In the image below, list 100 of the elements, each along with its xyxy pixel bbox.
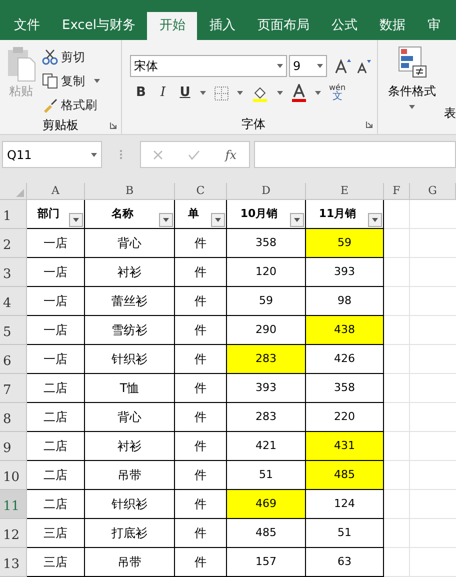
column-header[interactable]: A xyxy=(27,183,85,200)
shrink-font-icon[interactable] xyxy=(357,58,371,74)
underline-button[interactable]: U xyxy=(178,83,192,103)
row-header[interactable]: 2 xyxy=(0,229,27,258)
ribbon-tab[interactable]: Excel与财务 xyxy=(52,12,146,40)
format-painter-button[interactable]: 格式刷 xyxy=(42,94,100,116)
header-cell-text: 10月销 xyxy=(240,206,278,222)
table-cell: 背心 xyxy=(85,403,175,432)
table-format-button[interactable]: 表 xyxy=(444,104,456,122)
caret-icon xyxy=(94,79,100,83)
row-header[interactable]: 12 xyxy=(0,519,27,548)
column-header[interactable]: C xyxy=(175,183,227,200)
table-cell: 一店 xyxy=(27,287,85,316)
font-size-field[interactable]: 9 xyxy=(289,54,327,76)
row-header[interactable]: 8 xyxy=(0,403,27,432)
font-color-icon[interactable] xyxy=(291,84,307,102)
ribbon-tab[interactable]: 数据 xyxy=(369,12,416,40)
italic-button[interactable]: I xyxy=(156,83,170,103)
phonetic-button[interactable]: wén 文 xyxy=(329,84,346,102)
table-cell: 59 xyxy=(306,229,384,258)
table-cell: 393 xyxy=(306,258,384,287)
grow-font-icon[interactable] xyxy=(335,58,351,74)
column-header[interactable]: E xyxy=(306,183,384,200)
table-cell: 438 xyxy=(306,316,384,345)
table-cell: 63 xyxy=(306,548,384,577)
check-icon[interactable] xyxy=(188,150,200,160)
column-header[interactable]: G xyxy=(410,183,456,200)
column-header[interactable]: F xyxy=(384,183,410,200)
brush-icon xyxy=(42,97,58,113)
table-cell: 衬衫 xyxy=(85,432,175,461)
font-name-field[interactable]: 宋体 xyxy=(130,54,287,76)
ribbon-tab[interactable]: 公式 xyxy=(321,12,368,40)
table-cell: 485 xyxy=(227,519,306,548)
row-header[interactable]: 7 xyxy=(0,374,27,403)
row-header[interactable]: 6 xyxy=(0,345,27,374)
filter-button[interactable] xyxy=(211,213,225,227)
table-cell: 一店 xyxy=(27,229,85,258)
table-cell: 衬衫 xyxy=(85,258,175,287)
caret-icon[interactable] xyxy=(200,91,206,95)
table-cell: 393 xyxy=(227,374,306,403)
table-cell: 针织衫 xyxy=(85,490,175,519)
table-cell: 件 xyxy=(175,519,227,548)
group-label: 字体 xyxy=(242,116,266,133)
filter-button[interactable] xyxy=(159,213,173,227)
group-label: 剪贴板 xyxy=(42,117,78,134)
table-cell: 打底衫 xyxy=(85,519,175,548)
ribbon-tab[interactable]: 开始 xyxy=(147,12,198,40)
borders-icon[interactable] xyxy=(214,86,229,100)
bold-button[interactable]: B xyxy=(134,83,148,103)
ribbon-tab[interactable]: 页面布局 xyxy=(247,12,320,40)
conditional-format-button[interactable]: 条件格式 xyxy=(384,46,440,109)
table-cell: 290 xyxy=(227,316,306,345)
row-header[interactable]: 11 xyxy=(0,490,27,519)
table-cell: 469 xyxy=(227,490,306,519)
table-cell: 一店 xyxy=(27,258,85,287)
caret-icon xyxy=(294,218,300,222)
insert-function-button[interactable]: fx xyxy=(225,146,237,164)
row-header[interactable]: 13 xyxy=(0,548,27,577)
row-header[interactable]: 3 xyxy=(0,258,27,287)
row-header[interactable]: 10 xyxy=(0,461,27,490)
clipboard-icon xyxy=(6,46,36,82)
empty-cell xyxy=(384,403,410,432)
filter-button[interactable] xyxy=(368,213,382,227)
header-cell-text: 部门 xyxy=(38,206,60,222)
row-header[interactable]: 5 xyxy=(0,316,27,345)
name-box[interactable]: Q11 xyxy=(2,141,102,168)
dialog-launcher-icon[interactable] xyxy=(366,120,373,128)
formula-input[interactable] xyxy=(254,141,456,168)
empty-cell xyxy=(384,258,410,287)
table-cell: 283 xyxy=(227,403,306,432)
caret-icon[interactable] xyxy=(315,91,321,95)
row-header[interactable]: 1 xyxy=(0,200,27,229)
table-cell: 件 xyxy=(175,258,227,287)
caret-icon[interactable] xyxy=(237,91,243,95)
copy-button[interactable]: 复制 xyxy=(42,70,100,92)
row-header[interactable]: 4 xyxy=(0,287,27,316)
header-cell-text: 单 xyxy=(188,206,199,222)
empty-cell xyxy=(384,519,410,548)
filter-button[interactable] xyxy=(69,213,83,227)
table-cell: 雪纺衫 xyxy=(85,316,175,345)
dialog-launcher-icon[interactable] xyxy=(110,122,117,128)
ribbon-tab[interactable]: 文件 xyxy=(4,12,50,40)
table-cell: 件 xyxy=(175,316,227,345)
table-cell: 431 xyxy=(306,432,384,461)
cut-button[interactable]: 剪切 xyxy=(42,46,100,68)
column-header[interactable]: B xyxy=(85,183,175,200)
table-cell: 蕾丝衫 xyxy=(85,287,175,316)
empty-cell xyxy=(384,374,410,403)
table-cell: 421 xyxy=(227,432,306,461)
table-cell: 件 xyxy=(175,345,227,374)
table-cell: 件 xyxy=(175,287,227,316)
ribbon-tab[interactable]: 审 xyxy=(417,12,450,40)
row-header[interactable]: 9 xyxy=(0,432,27,461)
filter-button[interactable] xyxy=(290,213,304,227)
ribbon-tab[interactable]: 插入 xyxy=(199,12,246,40)
column-header[interactable]: D xyxy=(227,183,306,200)
table-cell: 件 xyxy=(175,374,227,403)
table-cell: 吊带 xyxy=(85,548,175,577)
table-cell: 吊带 xyxy=(85,461,175,490)
caret-icon[interactable] xyxy=(277,91,283,95)
